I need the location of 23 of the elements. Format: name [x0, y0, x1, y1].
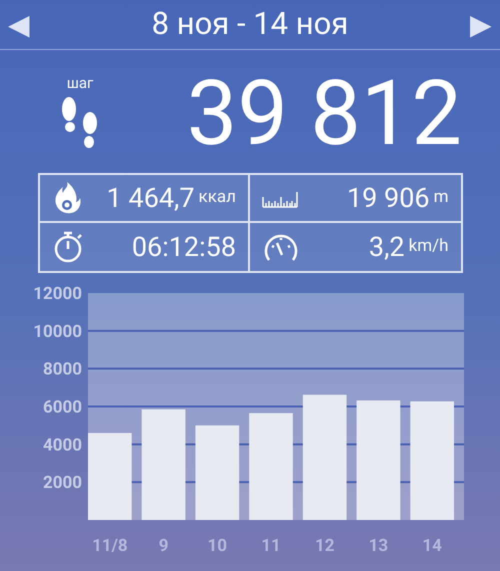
x-tick-label: 11/8: [92, 536, 128, 556]
step-count: 39 812: [186, 68, 462, 158]
stat-value: 1 464,7: [106, 180, 195, 216]
x-tick-label: 9: [158, 536, 168, 556]
y-tick-label: 12000: [33, 284, 82, 304]
y-tick-label: 2000: [42, 473, 82, 494]
date-range: 8 ноя - 14 ноя: [152, 4, 348, 44]
y-tick-label: 10000: [33, 322, 82, 342]
stat-value: 19 906: [347, 180, 430, 216]
stat-unit: km/h: [408, 235, 448, 258]
stat-value: 06:12:58: [132, 230, 236, 265]
x-tick-label: 11: [261, 536, 281, 556]
y-tick-label: 4000: [42, 435, 82, 456]
x-tick-label: 10: [208, 536, 228, 556]
y-tick-label: 6000: [42, 398, 82, 418]
stat-unit: m: [434, 186, 448, 210]
y-tick-label: 8000: [42, 360, 82, 380]
x-tick-label: 13: [368, 536, 388, 556]
stat-value: 3,2: [368, 230, 405, 265]
steps-label: шаг: [66, 76, 94, 91]
x-tick-label: 14: [422, 536, 442, 556]
stat-unit: ккал: [198, 186, 236, 210]
x-tick-label: 12: [314, 536, 334, 556]
